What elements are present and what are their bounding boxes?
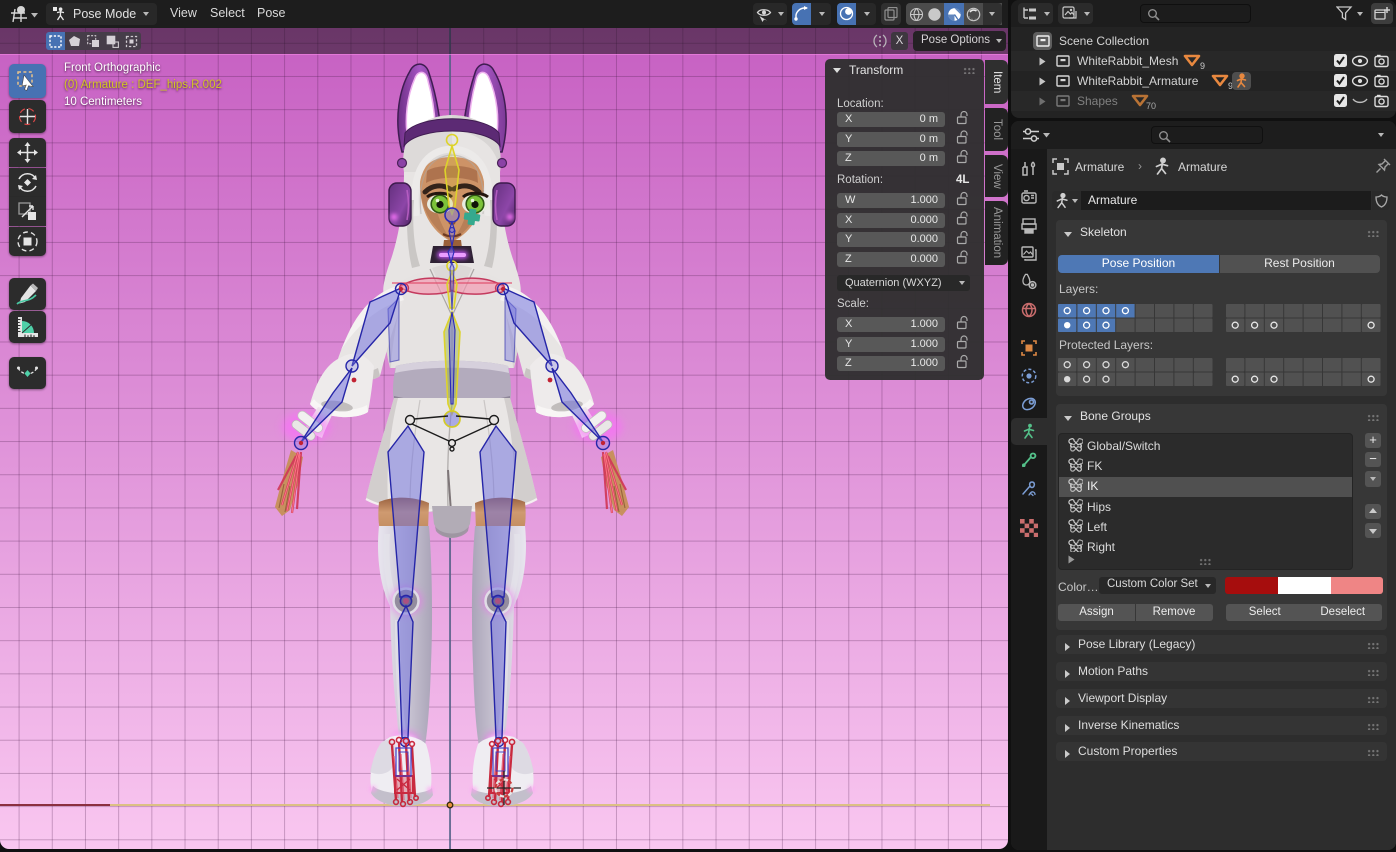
svg-text:9: 9 <box>1200 61 1205 71</box>
svg-text:70: 70 <box>1146 101 1156 111</box>
